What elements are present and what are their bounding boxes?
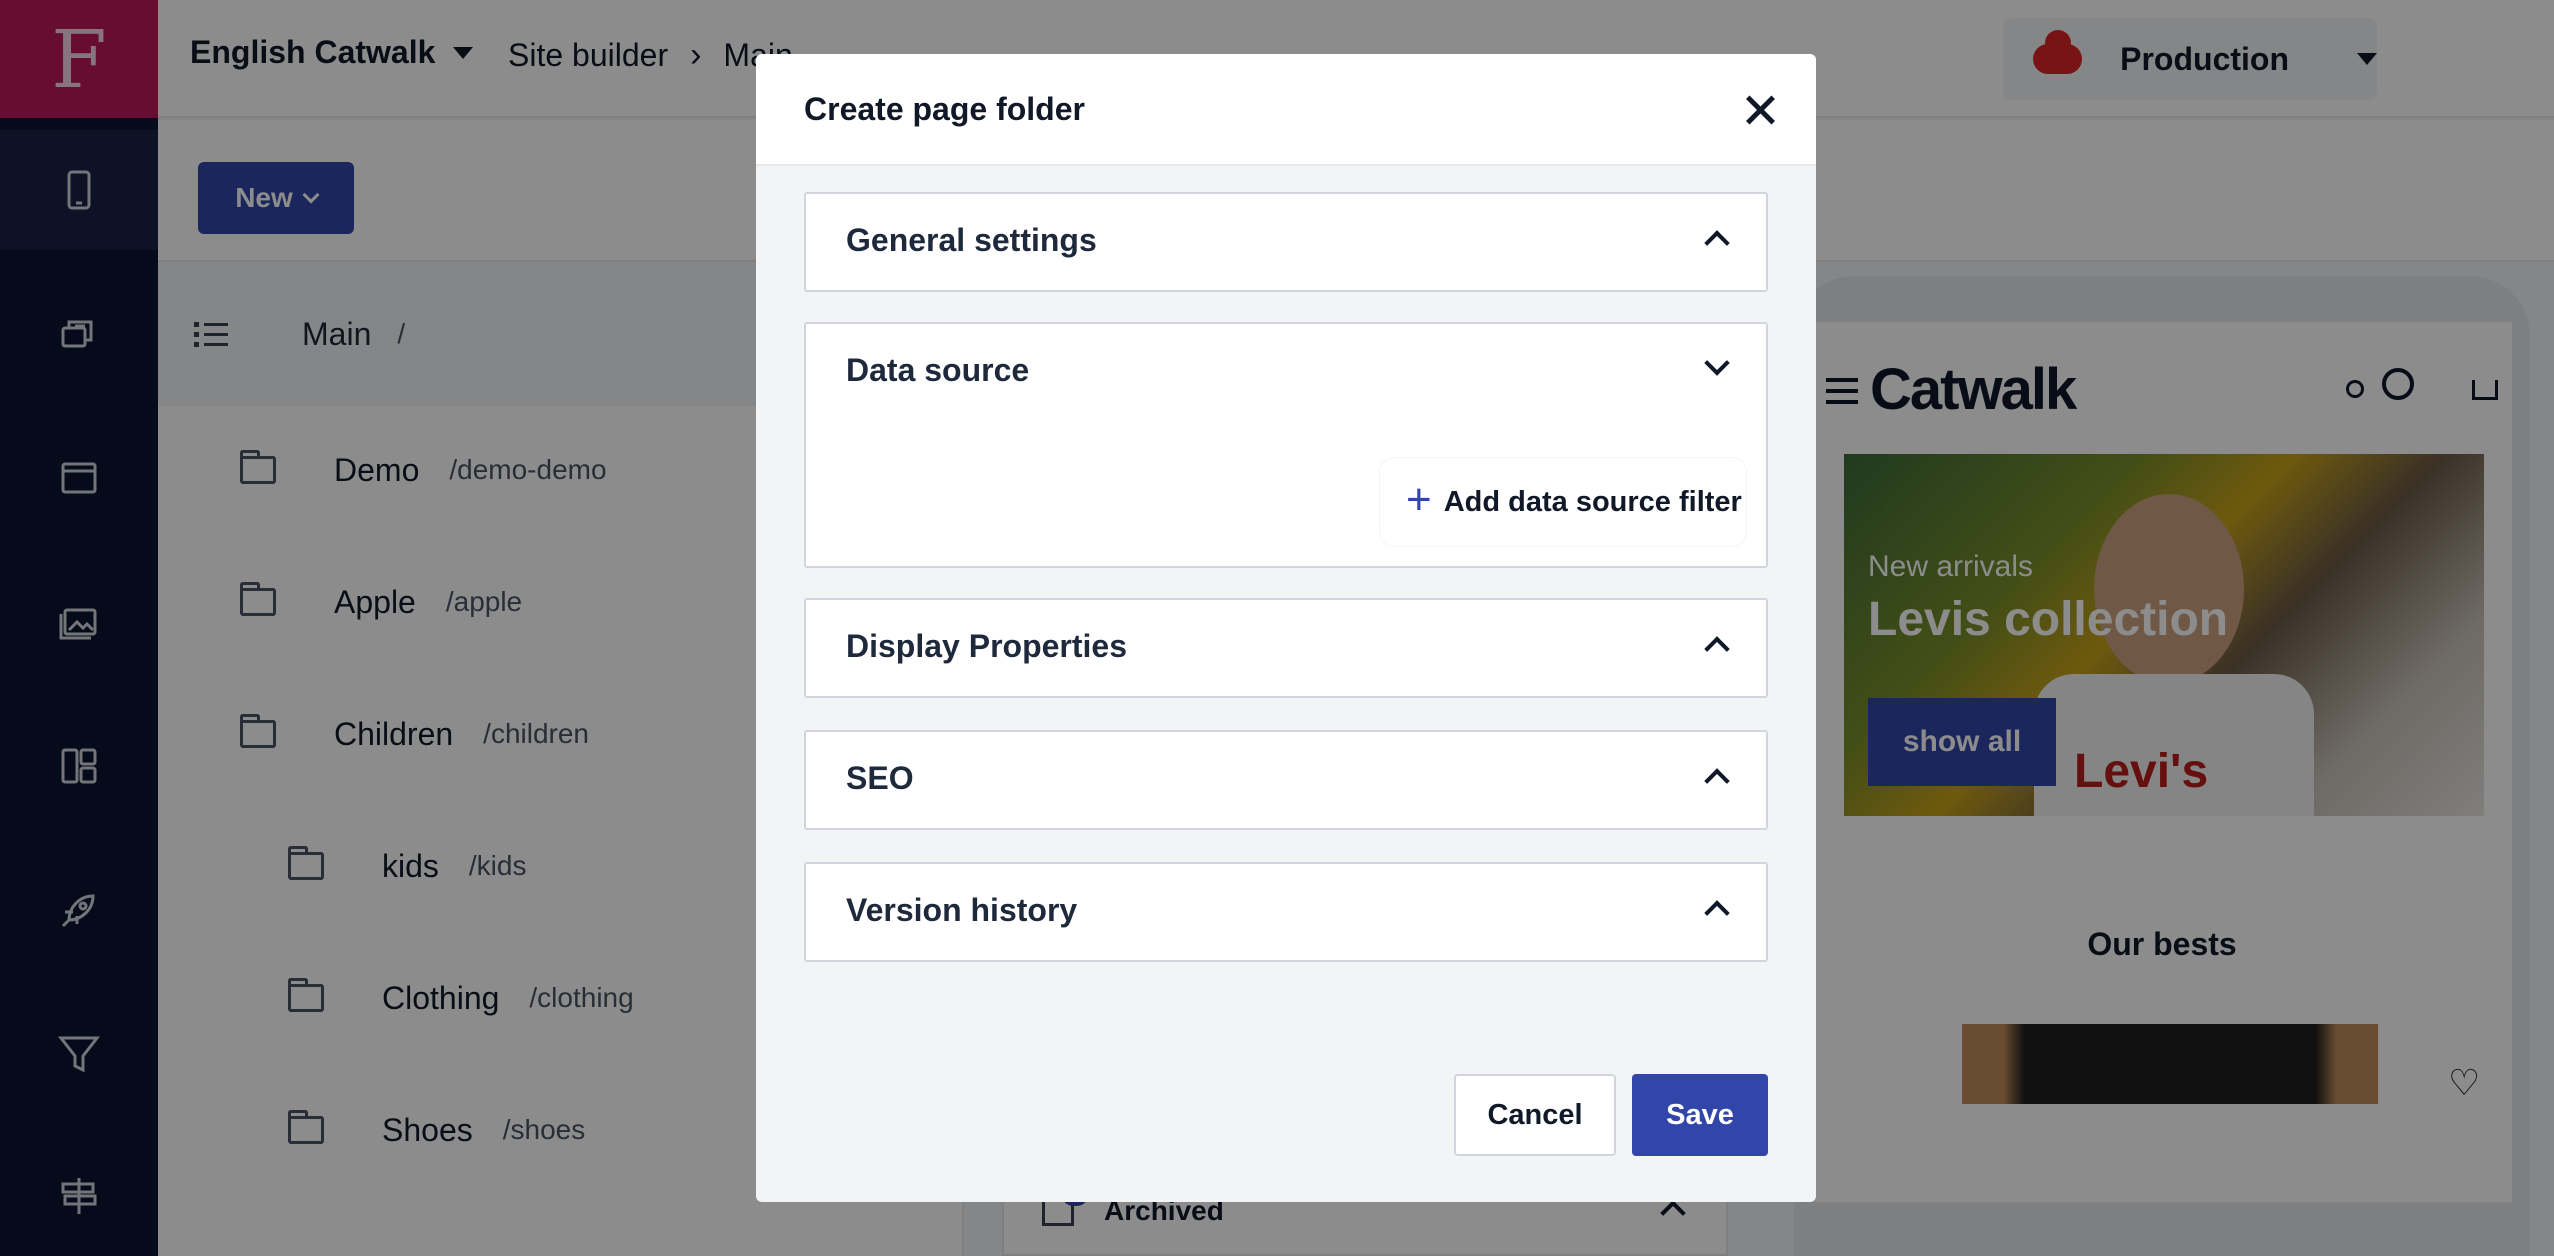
- section-title: Display Properties: [846, 628, 1127, 664]
- dialog-header: Create page folder: [756, 54, 1816, 166]
- add-filter-label: Add data source filter: [1443, 485, 1742, 518]
- dialog-title: Create page folder: [804, 90, 1085, 127]
- section-version-history[interactable]: Version history: [804, 862, 1768, 962]
- create-page-folder-dialog: Create page folder General settings Data…: [756, 54, 1816, 1202]
- section-title: Version history: [846, 892, 1078, 928]
- cancel-button[interactable]: Cancel: [1454, 1074, 1616, 1156]
- section-seo[interactable]: SEO: [804, 730, 1768, 830]
- section-data-source: Data source + Add data source filter: [804, 322, 1768, 568]
- chevron-up-icon[interactable]: [1704, 230, 1730, 256]
- chevron-up-icon[interactable]: [1704, 900, 1730, 926]
- chevron-down-icon[interactable]: [1704, 350, 1730, 376]
- section-general-settings[interactable]: General settings: [804, 192, 1768, 292]
- section-title: SEO: [846, 760, 914, 796]
- close-icon[interactable]: [1740, 90, 1780, 130]
- plus-icon: +: [1406, 475, 1432, 524]
- section-title: General settings: [846, 222, 1097, 258]
- chevron-up-icon[interactable]: [1704, 768, 1730, 794]
- chevron-up-icon[interactable]: [1704, 636, 1730, 662]
- save-button[interactable]: Save: [1632, 1074, 1768, 1156]
- section-title: Data source: [846, 352, 1030, 388]
- section-display-properties[interactable]: Display Properties: [804, 598, 1768, 698]
- add-data-source-filter-button[interactable]: + Add data source filter: [1380, 458, 1746, 546]
